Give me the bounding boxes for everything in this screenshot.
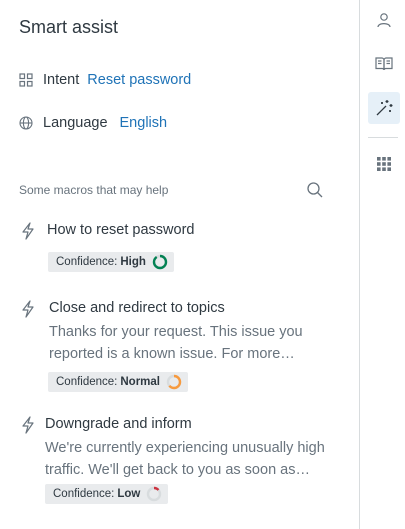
magic-wand-icon xyxy=(376,100,393,116)
confidence-badge: Confidence: Low xyxy=(45,484,169,504)
rail-knowledge-button[interactable] xyxy=(368,48,400,80)
confidence-value: Low xyxy=(117,488,141,500)
grid-icon xyxy=(19,73,33,87)
confidence-badge: Confidence: Normal xyxy=(48,372,188,392)
context-rail xyxy=(359,0,405,529)
lightning-icon xyxy=(21,300,35,318)
macro-name[interactable]: Close and redirect to topics xyxy=(49,300,225,316)
confidence-value: High xyxy=(120,256,146,268)
intent-label: Intent xyxy=(43,72,80,88)
confidence-label: Confidence: xyxy=(56,376,118,388)
rail-apps-button[interactable] xyxy=(368,148,400,180)
apps-grid-icon xyxy=(377,157,391,171)
macro-name[interactable]: How to reset password xyxy=(47,222,194,238)
confidence-badge: Confidence: High xyxy=(48,252,174,272)
language-value-link[interactable]: English xyxy=(120,115,168,131)
globe-icon xyxy=(19,116,33,130)
macro-preview: We're currently experiencing unusually h… xyxy=(45,440,325,478)
confidence-ring-icon xyxy=(152,254,168,270)
confidence-ring-icon xyxy=(166,374,182,390)
search-icon[interactable] xyxy=(306,181,324,199)
confidence-label: Confidence: xyxy=(56,256,118,268)
intent-value-link[interactable]: Reset password xyxy=(87,72,191,88)
macros-header: Some macros that may help xyxy=(19,183,169,197)
macro-item[interactable]: Close and redirect to topics Thanks for … xyxy=(19,298,339,393)
rail-profile-button[interactable] xyxy=(368,4,400,36)
rail-smart-assist-button[interactable] xyxy=(368,92,400,124)
macro-name[interactable]: Downgrade and inform xyxy=(45,416,192,432)
macro-preview: Thanks for your request. This issue you … xyxy=(49,324,303,362)
smart-assist-app: Smart assist Intent Reset password Langu… xyxy=(0,0,405,529)
smart-assist-panel: Smart assist Intent Reset password Langu… xyxy=(0,0,359,529)
lightning-icon xyxy=(21,222,35,240)
language-row: Language English xyxy=(19,115,167,131)
macro-item[interactable]: Downgrade and inform We're currently exp… xyxy=(19,414,339,509)
intent-row: Intent Reset password xyxy=(19,72,191,88)
language-label: Language xyxy=(43,115,108,131)
confidence-label: Confidence: xyxy=(53,488,115,500)
rail-divider xyxy=(368,137,398,138)
panel-title: Smart assist xyxy=(19,17,119,37)
macro-item[interactable]: How to reset password Confidence: High xyxy=(19,220,339,275)
lightning-icon xyxy=(21,416,35,434)
confidence-value: Normal xyxy=(120,376,160,388)
book-icon xyxy=(375,57,393,71)
person-icon xyxy=(377,13,391,28)
confidence-ring-icon xyxy=(147,486,162,502)
